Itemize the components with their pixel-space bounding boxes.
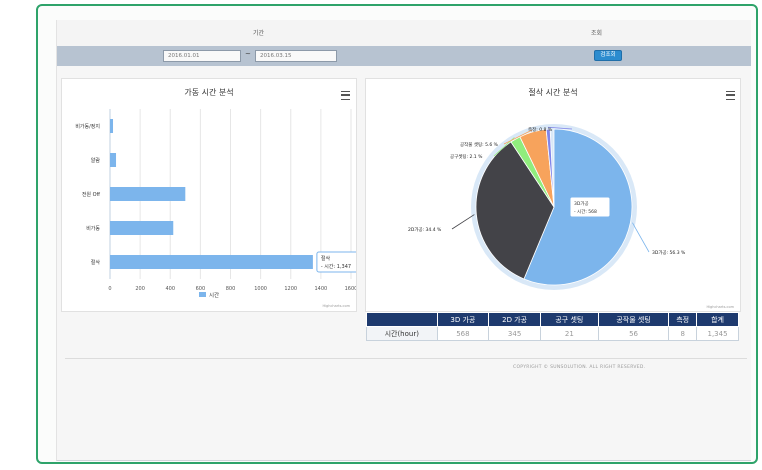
start-date-input[interactable]: 2016.01.01 (163, 50, 241, 62)
bar (110, 153, 117, 167)
search-label: 조회 (591, 30, 603, 37)
y-category-label: 알람 (91, 157, 101, 164)
footer-divider (65, 358, 747, 359)
tooltip-line: 3D가공 (574, 200, 589, 207)
filter-header: 기간 조회 (57, 20, 751, 47)
date-separator: ~ (245, 50, 251, 58)
table-header: 2D 가공 (488, 312, 541, 327)
cutting-time-panel: 절삭 시간 분석 3D가공: 56.3 % 2D가공: 34.4 % 공구셋팅: 2… (365, 78, 741, 312)
table-header (366, 312, 438, 327)
dashboard: 기간 조회 2016.01.01 ~ 2016.03.15 검조회 가동 시간 … (56, 20, 751, 461)
table-row-label: 시간(hour) (366, 326, 438, 341)
cutting-time-table: 3D 가공 2D 가공 공구 셋팅 공작물 셋팅 측정 합계 시간(hour) … (366, 312, 739, 341)
table-header-row: 3D 가공 2D 가공 공구 셋팅 공작물 셋팅 측정 합계 (366, 312, 739, 327)
table-header: 공작물 셋팅 (597, 312, 670, 327)
table-header: 공구 셋팅 (539, 312, 599, 327)
table-cell: 56 (597, 326, 670, 341)
bar (110, 187, 186, 201)
filter-bar: 2016.01.01 ~ 2016.03.15 검조회 (57, 46, 751, 66)
tooltip-line: 절삭 (321, 255, 331, 262)
search-button[interactable]: 검조회 (594, 50, 622, 61)
pie-data-label: 측정: 0.8 % (528, 126, 553, 133)
pie-data-label: 2D가공: 34.4 % (408, 226, 442, 233)
table-cell: 568 (436, 326, 490, 341)
x-tick-label: 1000 (254, 286, 267, 292)
pie-data-label: 공작물 셋팅: 5.6 % (460, 141, 499, 148)
chart-credit: Highcharts.com (322, 304, 350, 308)
table-cell: 8 (668, 326, 698, 341)
bar (110, 255, 313, 269)
period-label: 기간 (253, 30, 265, 37)
end-date-input[interactable]: 2016.03.15 (255, 50, 337, 62)
table-cell: 1,345 (696, 326, 739, 341)
table-row: 시간(hour) 568 345 21 56 8 1,345 (366, 326, 739, 341)
table-header: 3D 가공 (436, 312, 490, 327)
pie-connector (451, 214, 475, 230)
y-category-label: 전원 Off (82, 191, 101, 198)
bar (110, 221, 174, 235)
y-category-label: 비가동 (86, 225, 100, 232)
pie-chart: 3D가공: 56.3 % 2D가공: 34.4 % 공구셋팅: 2.1 % 공작물 셋… (408, 124, 735, 309)
tooltip-line: - 시간: 568 (574, 208, 597, 215)
bar-chart: 0 200 400 600 800 1000 1200 1400 1600 비가동/정지알람전원 … (75, 109, 356, 308)
tooltip-line: - 시간: 1,347 (321, 263, 351, 270)
pie-connector (632, 222, 650, 253)
x-tick-label: 1400 (315, 286, 328, 292)
chart-credit: Highcharts.com (706, 305, 734, 309)
bar (110, 119, 114, 133)
operation-time-panel: 가동 시간 분석 02004006008001000120014001600비가… (61, 78, 357, 312)
copyright-text: COPYRIGHT © SUNSOLUTION. ALL RIGHT RESER… (513, 365, 646, 370)
y-category-label: 절삭 (91, 259, 101, 266)
pie-data-label: 공구셋팅: 2.1 % (450, 153, 483, 160)
x-tick-label: 400 (165, 286, 175, 292)
table-header: 측정 (668, 312, 698, 327)
table-cell: 21 (539, 326, 599, 341)
legend-label: 시간 (209, 291, 219, 299)
x-tick-label: 1200 (284, 286, 297, 292)
x-tick-label: 800 (226, 286, 236, 292)
pie-data-label: 3D가공: 56.3 % (652, 249, 686, 256)
table-header: 합계 (696, 312, 739, 327)
y-category-label: 비가동/정지 (75, 123, 100, 130)
x-tick-label: 200 (135, 286, 145, 292)
x-tick-label: 1600 (345, 286, 356, 292)
legend-swatch (199, 292, 206, 297)
x-tick-label: 0 (108, 286, 111, 292)
x-tick-label: 600 (196, 286, 206, 292)
table-cell: 345 (488, 326, 541, 341)
window-frame: 기간 조회 2016.01.01 ~ 2016.03.15 검조회 가동 시간 … (36, 4, 758, 464)
